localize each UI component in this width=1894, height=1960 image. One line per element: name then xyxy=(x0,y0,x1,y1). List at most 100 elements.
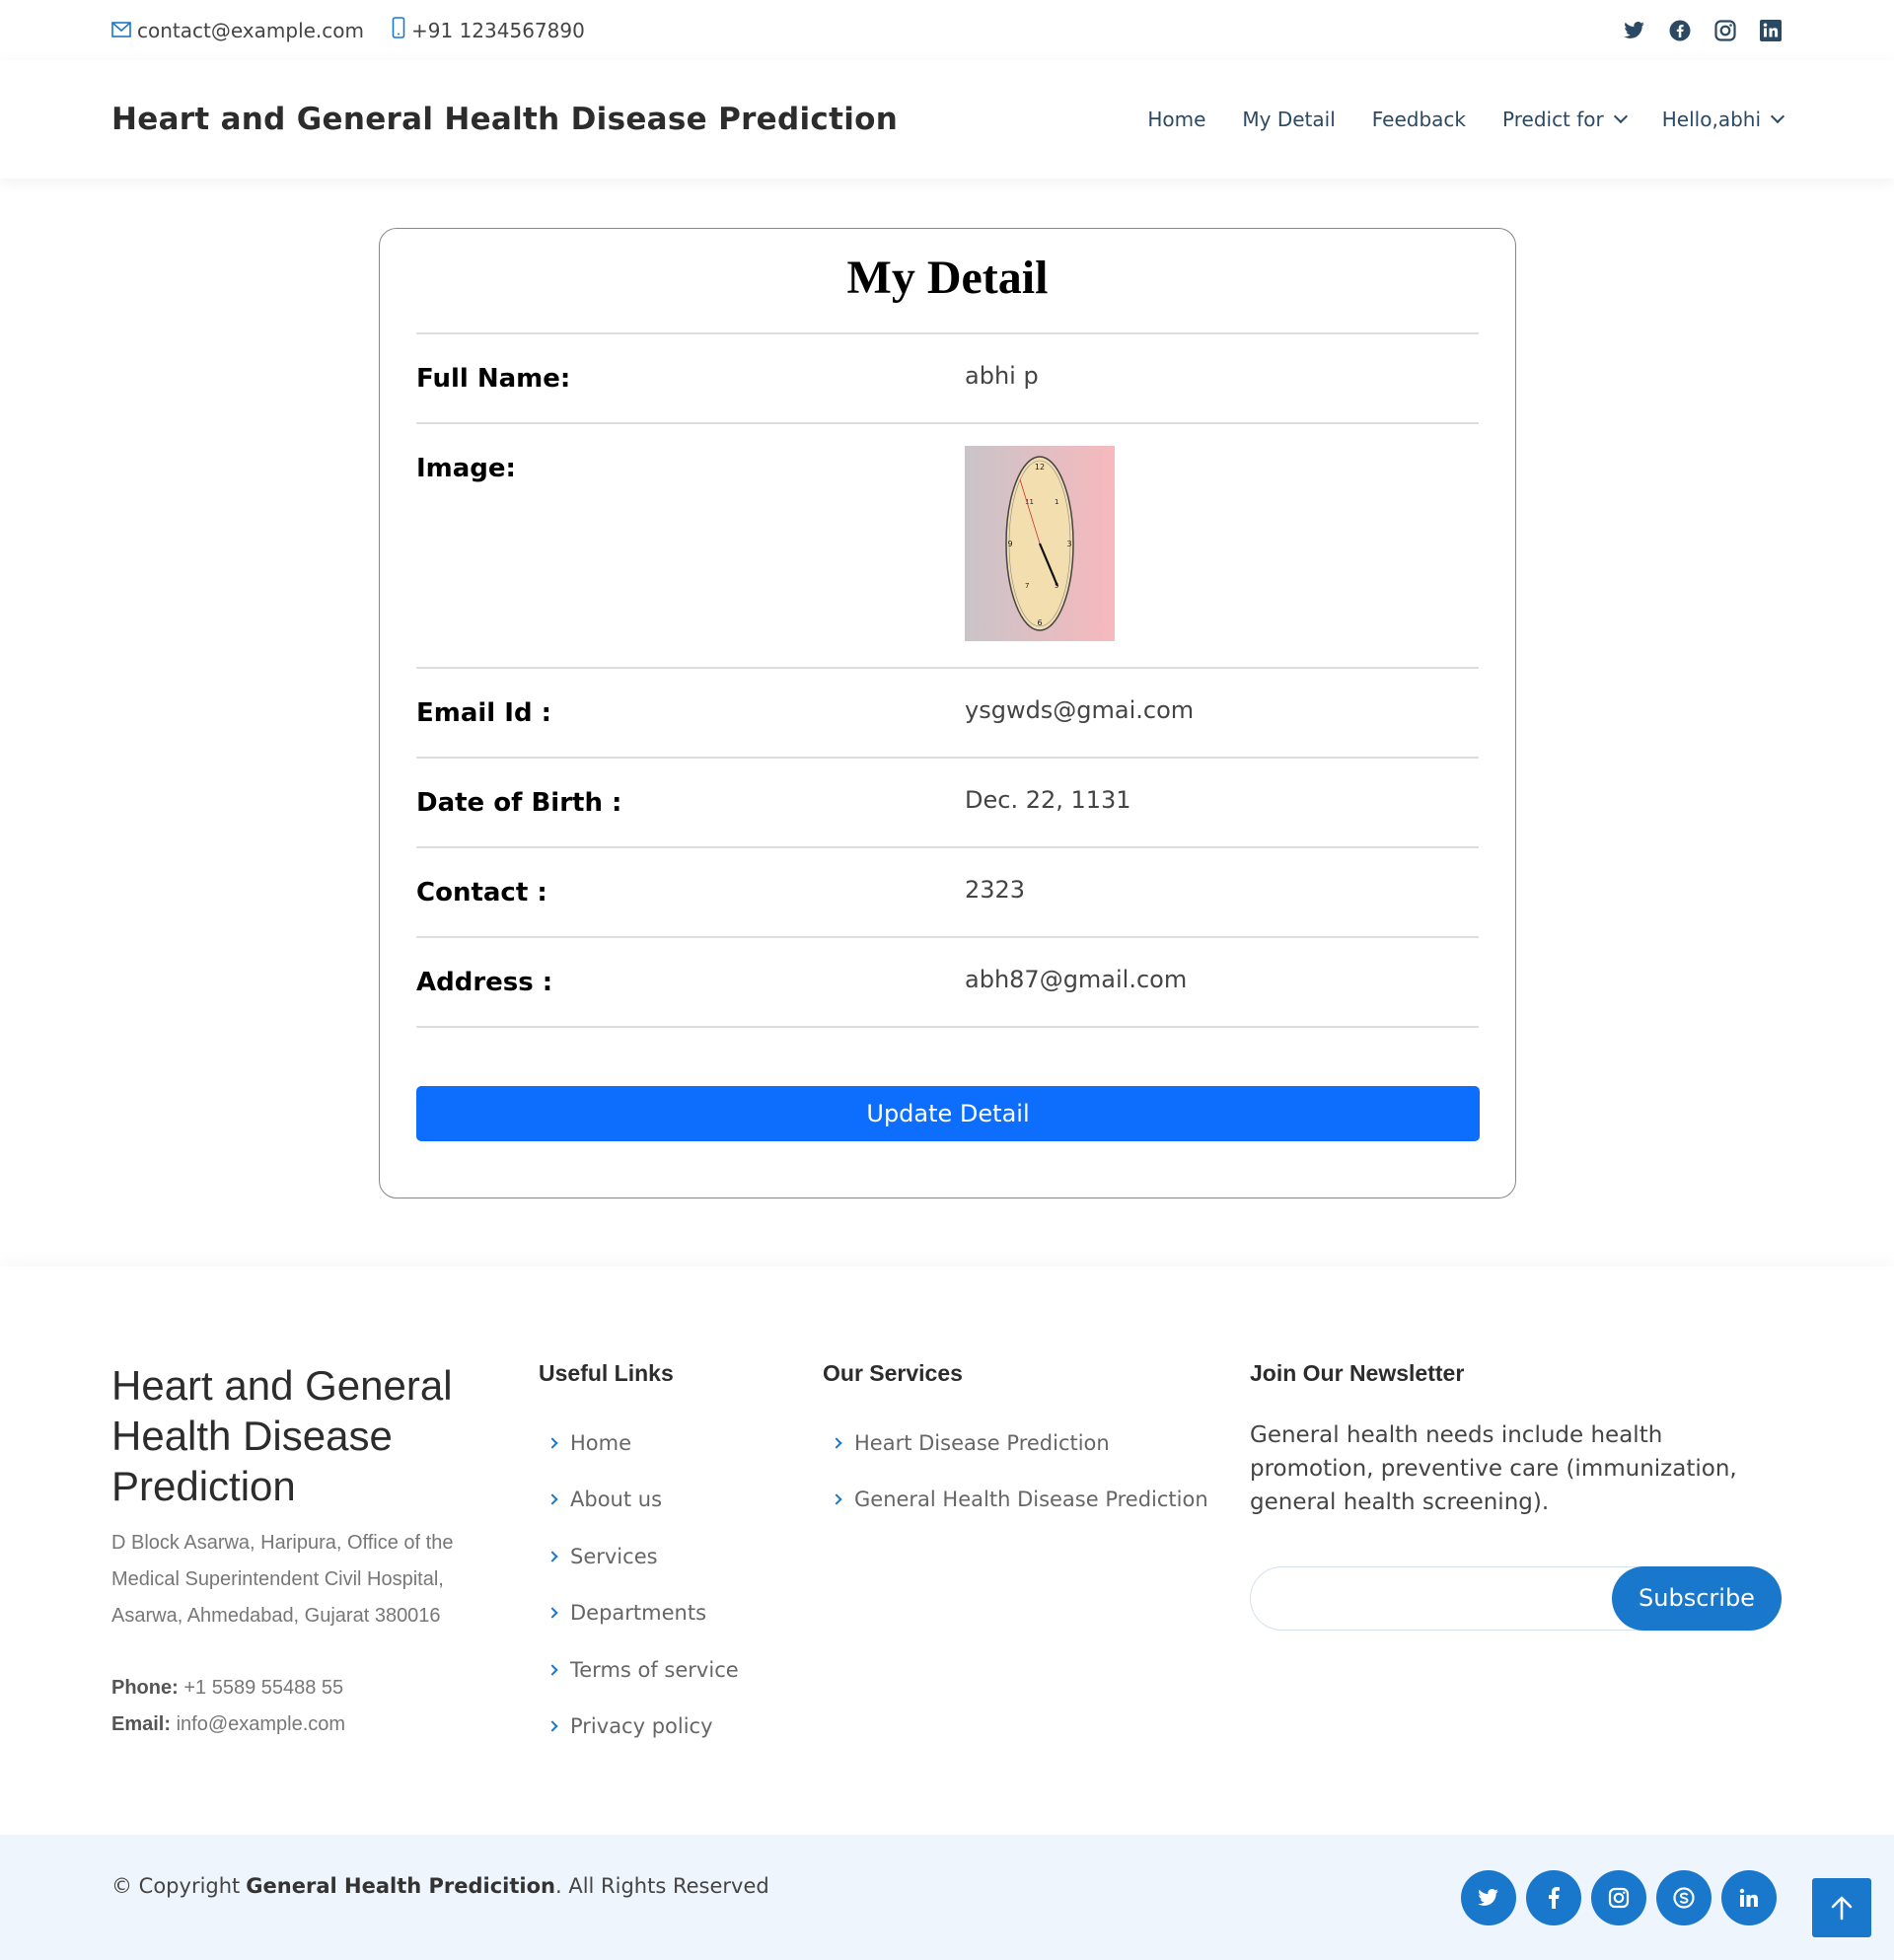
footer-bottom-bar: © Copyright General Health Predicition .… xyxy=(0,1835,1894,1960)
subscribe-button[interactable]: Subscribe xyxy=(1612,1565,1782,1631)
footer-link-label: Home xyxy=(570,1430,632,1455)
topbar-phone[interactable]: +91 1234567890 xyxy=(392,17,585,43)
site-logo[interactable]: Heart and General Health Disease Predict… xyxy=(111,102,898,137)
detail-row-email: Email Id : ysgwds@gmai.com xyxy=(416,669,1479,759)
chevron-right-icon xyxy=(546,1493,558,1505)
nav-predict-for-label: Predict for xyxy=(1502,108,1604,131)
footer-services: Our Services Heart Disease Prediction Ge… xyxy=(823,1360,1208,1528)
detail-label: Email Id : xyxy=(416,698,552,728)
newsletter-text: General health needs include health prom… xyxy=(1250,1422,1737,1515)
site-header: Heart and General Health Disease Predict… xyxy=(0,60,1894,179)
topbar: contact@example.com +91 1234567890 xyxy=(0,0,1894,60)
topbar-email[interactable]: contact@example.com xyxy=(111,19,364,42)
footer-link-privacy[interactable]: Privacy policy xyxy=(539,1699,739,1756)
facebook-icon[interactable] xyxy=(1668,19,1692,42)
footer-link-label: About us xyxy=(570,1488,663,1512)
arrow-up-icon xyxy=(1831,1896,1853,1921)
instagram-icon[interactable] xyxy=(1713,19,1737,42)
chevron-right-icon xyxy=(831,1493,842,1505)
footer-brand-title: Heart and General Health Disease Predict… xyxy=(111,1362,453,1509)
footer-email: Email: info@example.com xyxy=(111,1706,506,1743)
instagram-icon[interactable] xyxy=(1591,1870,1646,1925)
back-to-top-button[interactable] xyxy=(1812,1878,1871,1937)
nav-feedback[interactable]: Feedback xyxy=(1372,108,1466,131)
main-nav: Home My Detail Feedback Predict for Hell… xyxy=(1147,108,1785,131)
footer-service-heart[interactable]: Heart Disease Prediction xyxy=(823,1415,1208,1472)
footer-service-label: Heart Disease Prediction xyxy=(854,1430,1110,1455)
nav-home[interactable]: Home xyxy=(1147,108,1205,131)
facebook-icon[interactable] xyxy=(1526,1870,1581,1925)
profile-image: 12 3 6 9 7 5 11 1 xyxy=(965,446,1115,641)
envelope-icon xyxy=(111,19,131,42)
svg-text:12: 12 xyxy=(1035,463,1045,472)
chevron-right-icon xyxy=(546,1664,558,1676)
detail-value: abhi p xyxy=(965,362,1039,390)
footer-link-terms[interactable]: Terms of service xyxy=(539,1641,739,1699)
detail-label: Date of Birth : xyxy=(416,788,622,818)
footer-link-services[interactable]: Services xyxy=(539,1528,739,1585)
detail-label: Image: xyxy=(416,454,516,483)
copyright: © Copyright General Health Predicition .… xyxy=(111,1874,769,1898)
footer-link-label: Departments xyxy=(570,1601,707,1626)
chevron-down-icon xyxy=(1770,109,1785,124)
footer-email-label: Email: xyxy=(111,1713,172,1735)
skype-icon[interactable] xyxy=(1656,1870,1712,1925)
footer-brand: Heart and General Health Disease Predict… xyxy=(111,1360,506,1743)
detail-value: abh87@gmail.com xyxy=(965,966,1188,993)
footer-contact-info: Phone: +1 5589 55488 55 Email: info@exam… xyxy=(111,1670,506,1743)
clock-icon: 12 3 6 9 7 5 11 1 xyxy=(1005,456,1074,631)
nav-my-detail[interactable]: My Detail xyxy=(1242,108,1335,131)
chevron-right-icon xyxy=(546,1607,558,1619)
topbar-contact: contact@example.com +91 1234567890 xyxy=(111,17,585,43)
detail-row-image: Image: 12 3 6 9 7 5 11 1 xyxy=(416,424,1479,669)
footer-service-general[interactable]: General Health Disease Prediction xyxy=(823,1472,1208,1529)
twitter-icon[interactable] xyxy=(1461,1870,1516,1925)
detail-row-address: Address : abh87@gmail.com xyxy=(416,938,1479,1028)
svg-text:7: 7 xyxy=(1025,582,1029,590)
chevron-right-icon xyxy=(546,1551,558,1562)
footer-link-label: Services xyxy=(570,1544,658,1568)
footer-link-about[interactable]: About us xyxy=(539,1472,739,1529)
detail-table: Full Name: abhi p Image: 12 3 6 9 7 5 11 xyxy=(416,332,1479,1028)
footer-link-label: Privacy policy xyxy=(570,1714,713,1739)
nav-user-dropdown[interactable]: Hello,abhi xyxy=(1662,108,1785,131)
detail-label: Full Name: xyxy=(416,364,571,394)
linkedin-icon[interactable] xyxy=(1721,1870,1777,1925)
detail-value: ysgwds@gmai.com xyxy=(965,696,1195,724)
svg-text:6: 6 xyxy=(1037,618,1042,627)
linkedin-icon[interactable] xyxy=(1759,19,1783,42)
topbar-email-text: contact@example.com xyxy=(137,18,364,42)
detail-row-contact: Contact : 2323 xyxy=(416,848,1479,938)
copyright-suffix: . All Rights Reserved xyxy=(554,1874,769,1898)
svg-text:1: 1 xyxy=(1055,498,1058,506)
update-detail-button[interactable]: Update Detail xyxy=(416,1086,1480,1141)
detail-label: Address : xyxy=(416,968,553,997)
chevron-right-icon xyxy=(546,1437,558,1449)
detail-row-full-name: Full Name: abhi p xyxy=(416,334,1479,424)
footer-address-line: D Block Asarwa, Haripura, Office of the xyxy=(111,1532,454,1554)
copyright-brand: General Health Predicition xyxy=(246,1874,555,1898)
detail-label: Contact : xyxy=(416,878,547,907)
topbar-phone-text: +91 1234567890 xyxy=(411,18,585,42)
footer-link-label: Terms of service xyxy=(570,1657,739,1682)
nav-predict-for-dropdown[interactable]: Predict for xyxy=(1502,108,1628,131)
chevron-down-icon xyxy=(1613,109,1628,124)
newsletter-form: Subscribe xyxy=(1250,1565,1782,1631)
footer-social xyxy=(1461,1870,1777,1925)
footer-service-label: General Health Disease Prediction xyxy=(854,1488,1208,1512)
chevron-right-icon xyxy=(831,1437,842,1449)
site-footer: Heart and General Health Disease Predict… xyxy=(0,1267,1894,1835)
footer-email-value: info@example.com xyxy=(176,1713,346,1735)
footer-useful-links: Useful Links Home About us Services Depa… xyxy=(539,1360,739,1755)
svg-text:3: 3 xyxy=(1066,540,1071,548)
footer-address-line: Medical Superintendent Civil Hospital, xyxy=(111,1568,444,1590)
copyright-prefix: © Copyright xyxy=(111,1874,241,1898)
footer-link-departments[interactable]: Departments xyxy=(539,1585,739,1642)
newsletter-email-input[interactable] xyxy=(1271,1567,1626,1627)
detail-value: Dec. 22, 1131 xyxy=(965,786,1131,814)
page-title: My Detail xyxy=(846,252,1049,304)
svg-text:9: 9 xyxy=(1007,540,1012,548)
footer-link-home[interactable]: Home xyxy=(539,1415,739,1472)
phone-icon xyxy=(392,17,405,43)
twitter-icon[interactable] xyxy=(1623,19,1646,42)
